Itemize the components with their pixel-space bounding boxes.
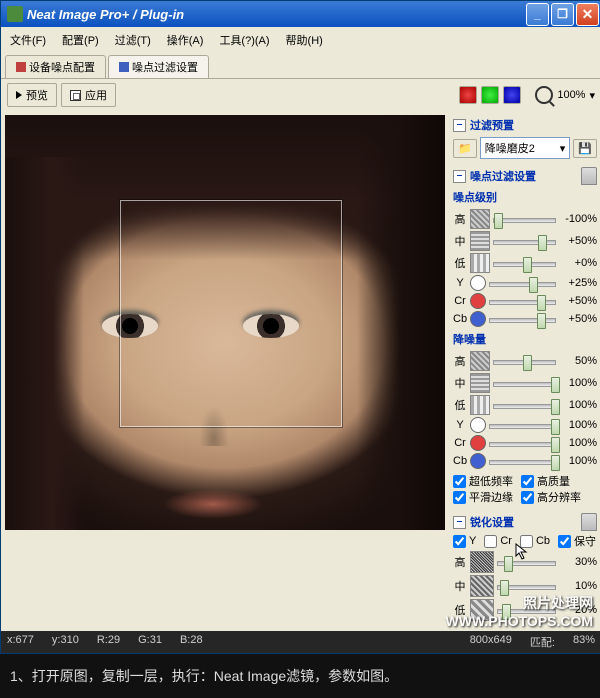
- channel-r-button[interactable]: [459, 86, 477, 104]
- chk-vlf[interactable]: 超低频率: [453, 473, 513, 489]
- tabbar: 设备噪点配置 噪点过滤设置: [1, 53, 600, 79]
- channel-g-button[interactable]: [481, 86, 499, 104]
- tab-icon: [119, 62, 129, 72]
- freq-mid-icon: [470, 231, 490, 251]
- play-icon: [16, 91, 22, 99]
- chk-sharp-cr[interactable]: Cr: [484, 533, 512, 549]
- menu-help[interactable]: 帮助(H): [283, 30, 326, 50]
- cr-channel-icon: [470, 435, 486, 451]
- app-window: Neat Image Pro+ / Plug-in _ ❐ ✕ 文件(F) 配置…: [0, 0, 600, 654]
- titlebar: Neat Image Pro+ / Plug-in _ ❐ ✕: [1, 1, 600, 27]
- slider-noise-cb[interactable]: [489, 312, 556, 326]
- channel-b-button[interactable]: [503, 86, 521, 104]
- tab-device-profile[interactable]: 设备噪点配置: [5, 55, 106, 78]
- slider-noise-cr[interactable]: [489, 294, 556, 308]
- slider-reduce-cr[interactable]: [489, 436, 556, 450]
- preset-select[interactable]: 降噪磨皮2▾: [480, 137, 571, 159]
- tab-icon: [16, 62, 26, 72]
- status-x: x:677: [7, 634, 34, 650]
- collapse-icon[interactable]: –: [453, 170, 466, 183]
- chk-hires[interactable]: 高分辨率: [521, 489, 581, 505]
- menu-filter[interactable]: 过滤(T): [112, 30, 154, 50]
- window-title: Neat Image Pro+ / Plug-in: [27, 7, 524, 22]
- y-channel-icon: [470, 275, 486, 291]
- maximize-button[interactable]: ❐: [551, 3, 574, 26]
- status-match-pct: 83%: [573, 634, 595, 650]
- menu-tool[interactable]: 工具(?)(A): [216, 30, 272, 50]
- slider-reduce-mid[interactable]: [493, 376, 556, 390]
- sharp-high-icon: [470, 551, 494, 573]
- toolbar: 预览 应用 100% ▾: [1, 79, 600, 111]
- freq-low-icon: [470, 253, 490, 273]
- menu-config[interactable]: 配置(P): [59, 30, 102, 50]
- collapse-icon[interactable]: –: [453, 119, 466, 132]
- chevron-down-icon: ▾: [560, 142, 566, 155]
- slider-noise-high[interactable]: [493, 212, 556, 226]
- cr-channel-icon: [470, 293, 486, 309]
- reset-icon[interactable]: [581, 513, 597, 531]
- menu-action[interactable]: 操作(A): [164, 30, 207, 50]
- cb-channel-icon: [470, 453, 486, 469]
- tutorial-caption: 1、打开原图，复制一层，执行：Neat Image滤镜，参数如图。: [0, 654, 600, 698]
- status-bar: x:677 y:310 R:29 G:31 B:28 800x649 匹配: 8…: [1, 631, 600, 653]
- slider-reduce-cb[interactable]: [489, 454, 556, 468]
- menu-file[interactable]: 文件(F): [7, 30, 49, 50]
- noise-filter-header: –噪点过滤设置: [453, 165, 597, 187]
- slider-sharp-mid[interactable]: [497, 579, 556, 593]
- status-g: G:31: [138, 634, 162, 650]
- menubar: 文件(F) 配置(P) 过滤(T) 操作(A) 工具(?)(A) 帮助(H): [1, 27, 600, 53]
- y-channel-icon: [470, 417, 486, 433]
- collapse-icon[interactable]: –: [453, 516, 466, 529]
- status-b: B:28: [180, 634, 203, 650]
- sharpen-header: –锐化设置: [453, 511, 597, 533]
- freq-low-icon: [470, 395, 490, 415]
- slider-reduce-low[interactable]: [493, 398, 556, 412]
- chk-smooth[interactable]: 平滑边缘: [453, 489, 513, 505]
- reduce-header: 降噪量: [453, 329, 597, 349]
- preset-save-button[interactable]: 💾: [573, 139, 597, 158]
- image-preview[interactable]: [5, 115, 445, 530]
- freq-high-icon: [470, 209, 490, 229]
- freq-high-icon: [470, 351, 490, 371]
- freq-mid-icon: [470, 373, 490, 393]
- preset-header: –过滤预置: [453, 115, 597, 135]
- chk-sharp-cons[interactable]: 保守: [558, 533, 596, 549]
- status-match-label: 匹配:: [530, 634, 555, 650]
- slider-noise-y[interactable]: [489, 276, 556, 290]
- slider-reduce-high[interactable]: [493, 354, 556, 368]
- selection-rect[interactable]: [120, 200, 342, 427]
- app-icon: [7, 6, 23, 22]
- preview-button[interactable]: 预览: [7, 83, 57, 107]
- tab-noise-filter[interactable]: 噪点过滤设置: [108, 55, 209, 78]
- chk-sharp-y[interactable]: Y: [453, 533, 476, 549]
- status-y: y:310: [52, 634, 79, 650]
- slider-noise-low[interactable]: [493, 256, 556, 270]
- slider-reduce-y[interactable]: [489, 418, 556, 432]
- slider-noise-mid[interactable]: [493, 234, 556, 248]
- apply-button[interactable]: 应用: [61, 83, 116, 107]
- status-dim: 800x649: [470, 634, 512, 650]
- mouse-cursor: [515, 543, 529, 561]
- zoom-value: 100%: [557, 89, 585, 101]
- minimize-button[interactable]: _: [526, 3, 549, 26]
- watermark: 照片处理网WWW.PHOTOPS.COM: [445, 593, 593, 629]
- zoom-icon[interactable]: [535, 86, 553, 104]
- reset-icon[interactable]: [581, 167, 597, 185]
- cb-channel-icon: [470, 311, 486, 327]
- chk-hq[interactable]: 高质量: [521, 473, 570, 489]
- status-r: R:29: [97, 634, 120, 650]
- noise-levels-header: 噪点级别: [453, 187, 597, 207]
- close-button[interactable]: ✕: [576, 3, 599, 26]
- apply-icon: [70, 90, 81, 101]
- preset-open-button[interactable]: 📁: [453, 139, 477, 158]
- zoom-dropdown[interactable]: ▾: [589, 89, 595, 102]
